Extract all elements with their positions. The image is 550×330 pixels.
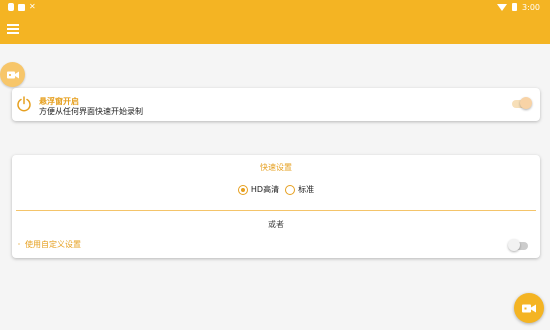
record-fab-button[interactable]	[514, 293, 544, 323]
status-bar: ✕ 3:00	[0, 0, 550, 14]
quick-settings-title: 快速设置	[260, 163, 292, 172]
image-icon	[18, 3, 25, 11]
video-camera-icon	[6, 71, 19, 78]
quality-radio-group: HD高清 标准	[12, 184, 540, 195]
radio-button-standard[interactable]	[285, 184, 296, 195]
custom-settings-label: 使用自定义设置	[25, 240, 81, 249]
status-icons-right: 3:00	[497, 3, 540, 12]
floating-window-subtitle: 方便从任何界面快速开始录制	[39, 107, 143, 116]
toggle-knob	[520, 97, 532, 109]
floating-window-card: 悬浮窗开启 方便从任何界面快速开始录制	[12, 88, 540, 121]
floating-window-toggle[interactable]	[512, 97, 532, 109]
divider	[16, 210, 536, 211]
wifi-icon	[497, 3, 508, 11]
notification-icon	[8, 3, 14, 11]
power-icon	[17, 96, 31, 112]
video-camera-icon	[522, 304, 536, 312]
radio-button-hd[interactable]	[237, 184, 248, 195]
radio-option-standard[interactable]: 标准	[285, 184, 314, 195]
status-icons-left: ✕	[8, 3, 36, 11]
floating-record-button[interactable]	[0, 62, 25, 87]
radio-option-hd[interactable]: HD高清	[237, 184, 280, 195]
radio-label-standard: 标准	[298, 185, 315, 194]
toggle-knob	[508, 239, 520, 251]
custom-settings-dot	[18, 243, 20, 245]
radio-label-hd: HD高清	[250, 185, 280, 194]
battery-icon	[512, 3, 518, 11]
custom-settings-toggle[interactable]	[508, 239, 528, 251]
status-time: 3:00	[522, 2, 540, 12]
or-text: 或者	[268, 220, 284, 229]
menu-icon[interactable]	[7, 24, 19, 34]
close-icon: ✕	[29, 2, 36, 11]
quick-settings-card: 快速设置 HD高清 标准 或者 使用自定义设置	[12, 155, 540, 258]
